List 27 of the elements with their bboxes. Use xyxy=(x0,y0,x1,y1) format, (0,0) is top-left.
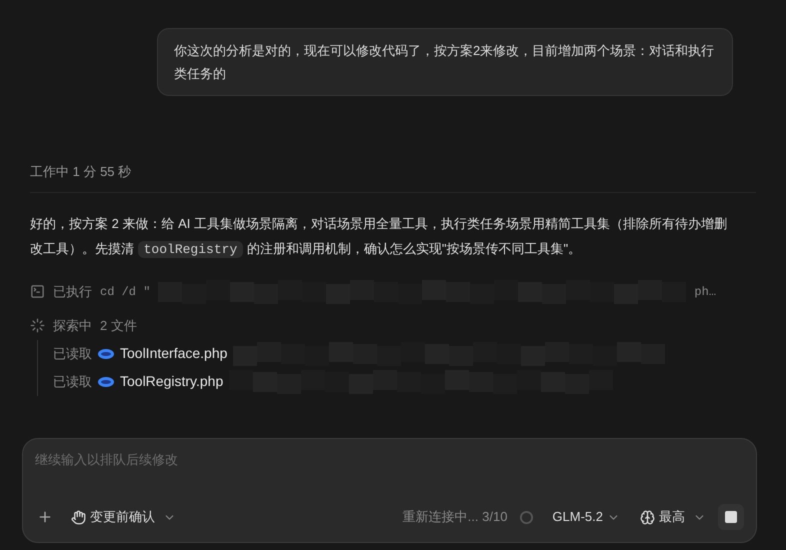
hand-icon xyxy=(71,510,86,524)
model-dropdown[interactable]: GLM-5.2 xyxy=(552,507,620,527)
stop-icon xyxy=(725,511,737,523)
effort-dropdown[interactable]: 最高 xyxy=(640,507,706,527)
command-label: 已执行 xyxy=(53,282,92,301)
file-name[interactable]: ToolInterface.php xyxy=(120,343,228,364)
assistant-message: 好的，按方案 2 来做：给 AI 工具集做场景隔离，对话场景用全量工具，执行类任务场景用精简工具集（排除所有待办增删改工具）。先摸清 toolRegistry 的注册和调用机制，确认怎么实现"按场景传不同工具集"。 xyxy=(30,214,728,260)
php-file-icon xyxy=(98,348,114,358)
brain-icon xyxy=(640,510,655,524)
reconnect-status: 重新连接中... 3/10 xyxy=(402,508,508,526)
mode-dropdown[interactable]: 变更前确认 xyxy=(71,507,176,527)
command-text: ph… xyxy=(694,284,716,300)
file-count: 2 文件 xyxy=(100,316,137,335)
user-message: 你这次的分析是对的，现在可以修改代码了，按方案2来修改，目前增加两个场景：对话和执行类任务的 xyxy=(157,28,733,96)
stop-button[interactable] xyxy=(718,504,744,530)
loading-ring-icon xyxy=(519,510,534,524)
message-input[interactable]: 继续输入以排队后续修改 xyxy=(35,449,435,469)
php-file-icon xyxy=(98,376,114,386)
working-status: 工作中 1 分 55 秒 xyxy=(30,164,132,179)
spinner-icon xyxy=(30,318,45,333)
add-icon[interactable] xyxy=(37,509,53,525)
file-name[interactable]: ToolRegistry.php xyxy=(120,371,224,392)
read-label: 已读取 xyxy=(53,372,92,391)
read-label: 已读取 xyxy=(53,344,92,363)
command-text: cd /d " xyxy=(100,284,150,300)
explore-label: 探索中 xyxy=(53,316,92,335)
terminal-icon xyxy=(30,284,45,299)
